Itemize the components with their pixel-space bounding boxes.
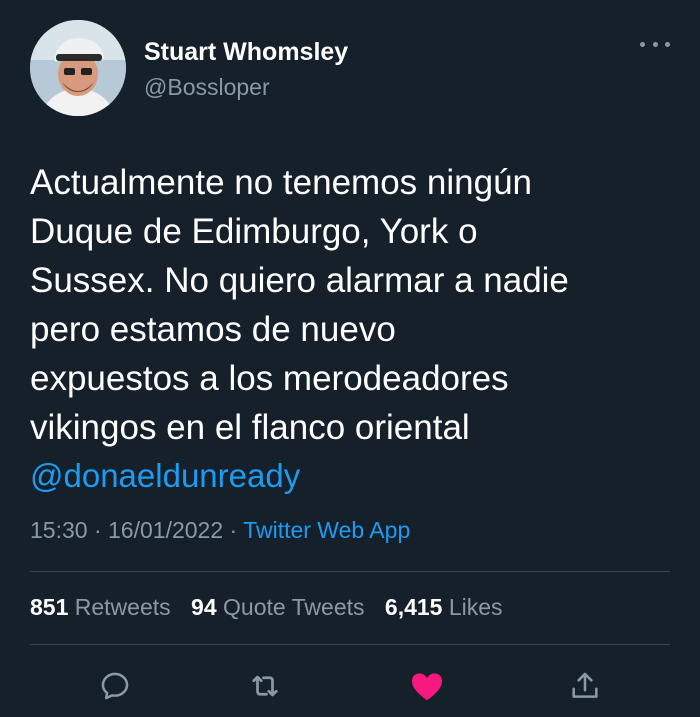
more-dot — [640, 41, 645, 47]
tweet-text-line: Sussex. No quiero alarmar a nadie — [30, 261, 569, 300]
tweet-meta: 15:30 · 16/01/2022 · Twitter Web App — [30, 517, 410, 544]
reply-button[interactable] — [95, 666, 135, 706]
retweets-label: Retweets — [74, 594, 171, 620]
retweets-count: 851 — [30, 594, 69, 620]
divider — [30, 571, 670, 572]
reply-icon — [101, 672, 129, 700]
tweet-date[interactable]: 16/01/2022 — [108, 517, 223, 543]
mention-link[interactable]: @donaeldunready — [30, 457, 300, 495]
tweet-text-line: vikingos en el flanco oriental — [30, 408, 470, 447]
tweet-text-line: Duque de Edimburgo, York o — [30, 212, 478, 251]
divider — [30, 644, 670, 645]
tweet-stats: 851 Retweets 94 Quote Tweets 6,415 Likes — [30, 594, 517, 621]
user-handle[interactable]: @Bossloper — [144, 74, 270, 101]
likes-label: Likes — [448, 594, 503, 620]
tweet-text-line: expuestos a los merodeadores — [30, 359, 509, 398]
quote-tweets-count: 94 — [191, 594, 217, 620]
tweet-text-line: pero estamos de nuevo — [30, 310, 396, 349]
meta-separator: · — [93, 517, 102, 543]
tweet-time[interactable]: 15:30 — [30, 517, 88, 543]
tweet-text: Actualmente no tenemos ningún Duque de E… — [30, 158, 680, 452]
quote-tweets-stat[interactable]: 94 Quote Tweets — [191, 594, 364, 620]
more-dot — [652, 41, 658, 47]
avatar[interactable] — [30, 20, 126, 116]
avatar-image — [30, 20, 126, 116]
likes-count: 6,415 — [384, 594, 443, 620]
share-button[interactable] — [565, 666, 605, 706]
meta-separator: · — [229, 517, 238, 543]
more-options-icon[interactable] — [640, 34, 670, 54]
heart-icon — [411, 673, 443, 701]
like-button[interactable] — [407, 666, 447, 706]
tweet-card: Stuart Whomsley @Bossloper Actualmente n… — [0, 0, 700, 717]
retweet-button[interactable] — [245, 666, 285, 706]
tweet-source-link[interactable]: Twitter Web App — [243, 517, 410, 543]
tweet-text-line: Actualmente no tenemos ningún — [30, 163, 532, 202]
likes-stat[interactable]: 6,415 Likes — [385, 594, 503, 620]
share-icon — [572, 672, 598, 698]
action-bar — [0, 660, 700, 710]
more-dot — [665, 41, 670, 47]
retweets-stat[interactable]: 851 Retweets — [30, 594, 171, 620]
retweet-icon — [252, 675, 278, 697]
quote-tweets-label: Quote Tweets — [223, 594, 365, 620]
display-name[interactable]: Stuart Whomsley — [144, 38, 348, 67]
